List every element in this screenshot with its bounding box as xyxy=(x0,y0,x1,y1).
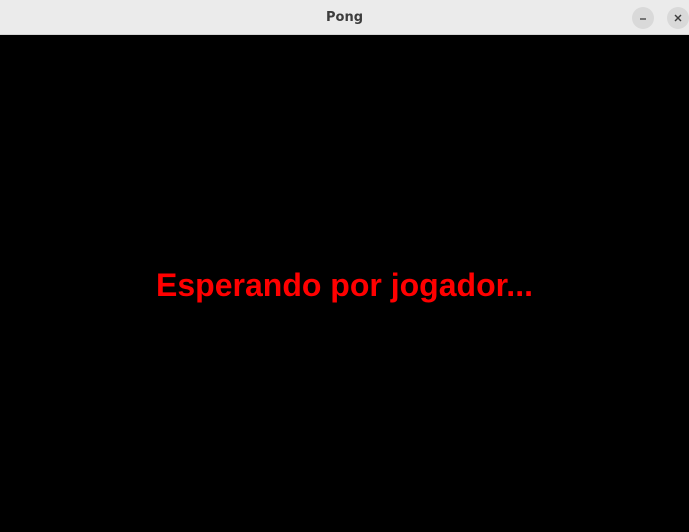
minimize-icon xyxy=(640,18,646,20)
waiting-status-text: Esperando por jogador... xyxy=(156,267,533,303)
minimize-button[interactable] xyxy=(632,7,654,29)
close-icon xyxy=(674,14,682,22)
title-bar[interactable]: Pong xyxy=(0,0,689,35)
app-window: Pong Esperando por jogador... xyxy=(0,0,689,532)
window-title: Pong xyxy=(325,10,364,25)
game-canvas[interactable]: Esperando por jogador... xyxy=(0,36,689,532)
close-button[interactable] xyxy=(667,7,689,29)
